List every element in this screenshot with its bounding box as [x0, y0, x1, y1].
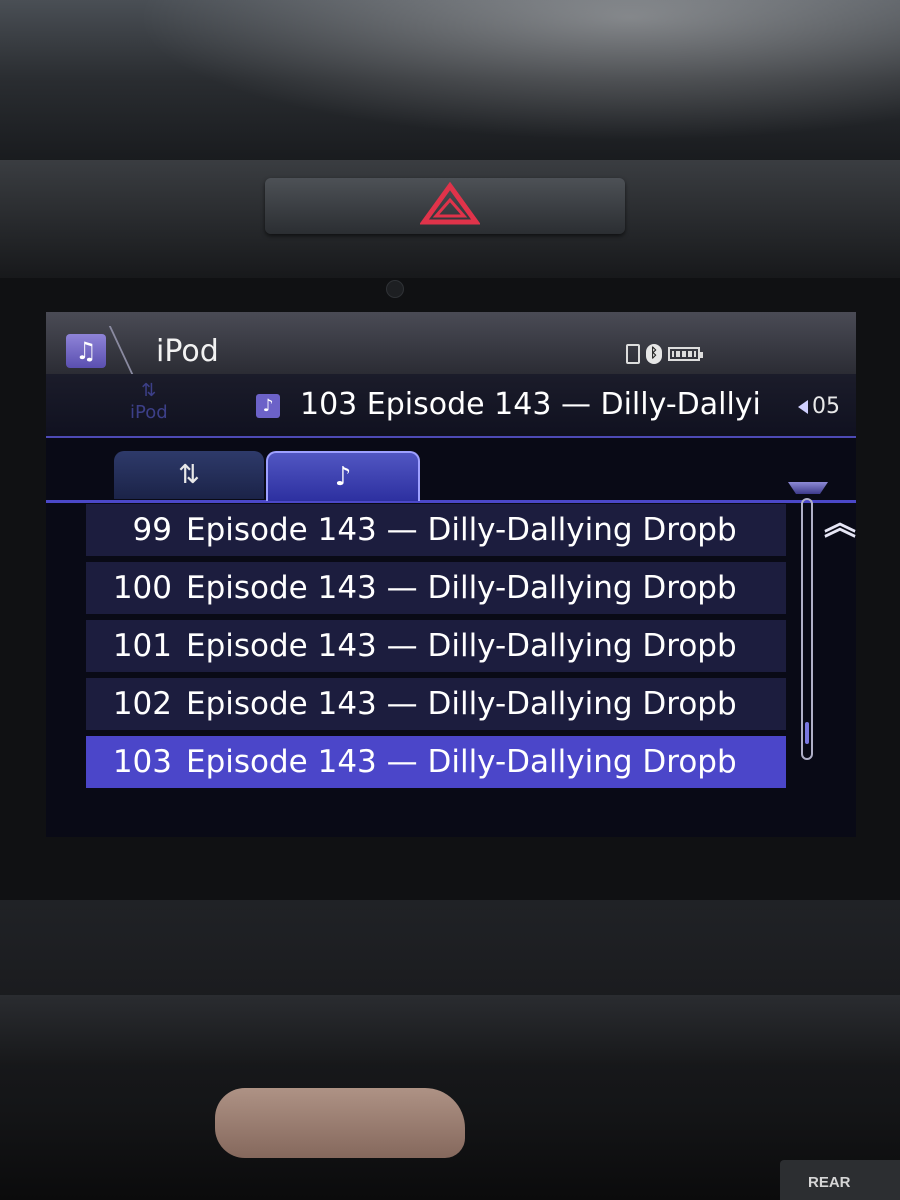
hazard-triangle-icon: [420, 182, 480, 225]
hazard-button[interactable]: [265, 178, 625, 234]
speaker-icon: [798, 400, 808, 414]
now-playing-track: 103 Episode 143 — Dilly-Dallyi: [300, 387, 761, 422]
track-number: 100: [112, 570, 172, 606]
track-title: Episode 143 — Dilly-Dallying Dropb: [186, 628, 737, 664]
track-row[interactable]: 103 Episode 143 — Dilly-Dallying Dropb: [86, 736, 786, 788]
music-note-icon: ♪: [334, 462, 352, 492]
track-row[interactable]: 102 Episode 143 — Dilly-Dallying Dropb: [86, 678, 786, 730]
track-row[interactable]: 99 Episode 143 — Dilly-Dallying Dropb: [86, 504, 786, 556]
hand-reflection: [215, 1088, 465, 1158]
scrollbar[interactable]: [801, 498, 813, 760]
rear-label: REAR: [808, 1174, 851, 1191]
track-number: 101: [112, 628, 172, 664]
header-bar: ♫ iPod ᛒ: [46, 312, 856, 376]
volume-level: 05: [812, 394, 840, 419]
phone-icon: [626, 344, 640, 364]
tab-strip: ⇅ ♪: [46, 436, 856, 503]
sensor-dot: [386, 280, 404, 298]
scrollbar-thumb[interactable]: [805, 722, 809, 745]
bluetooth-icon: ᛒ: [646, 344, 662, 364]
volume-indicator: 05: [798, 394, 840, 419]
infotainment-display: ♫ iPod ᛒ ⇅ iPod ♪ 103 Episode 143 — Dilly…: [46, 312, 856, 837]
battery-icon: [668, 347, 703, 361]
track-number: 99: [132, 512, 172, 548]
music-note-icon[interactable]: ♫: [66, 334, 106, 368]
track-row[interactable]: 101 Episode 143 — Dilly-Dallying Dropb: [86, 620, 786, 672]
usb-ghost-icon: ⇅ iPod: [130, 380, 168, 423]
scroll-up-icon[interactable]: ︽: [824, 507, 856, 539]
source-title: iPod: [156, 334, 219, 369]
track-list: 99 Episode 143 — Dilly-Dallying Dropb 100 E…: [86, 504, 826, 814]
track-number: 102: [112, 686, 172, 722]
now-playing-bar[interactable]: ⇅ iPod ♪ 103 Episode 143 — Dilly-Dallyi 0…: [46, 374, 856, 494]
usb-icon: ⇅: [178, 460, 200, 490]
now-playing-note-icon: ♪: [256, 394, 280, 418]
track-title: Episode 143 — Dilly-Dallying Dropb: [186, 686, 737, 722]
track-title: Episode 143 — Dilly-Dallying Dropb: [186, 570, 737, 606]
ghost-source-label: iPod: [130, 402, 168, 423]
sun-glare: [0, 0, 900, 175]
status-icons: ᛒ: [626, 342, 703, 366]
track-number: 103: [112, 744, 172, 780]
bezel-ridge: [0, 995, 900, 1065]
track-title: Episode 143 — Dilly-Dallying Dropb: [186, 512, 737, 548]
tab-usb[interactable]: ⇅: [114, 451, 264, 499]
tab-music[interactable]: ♪: [266, 451, 420, 501]
track-title: Episode 143 — Dilly-Dallying Dropb: [186, 744, 737, 780]
track-row[interactable]: 100 Episode 143 — Dilly-Dallying Dropb: [86, 562, 786, 614]
rear-defrost-button[interactable]: REAR: [780, 1160, 900, 1200]
